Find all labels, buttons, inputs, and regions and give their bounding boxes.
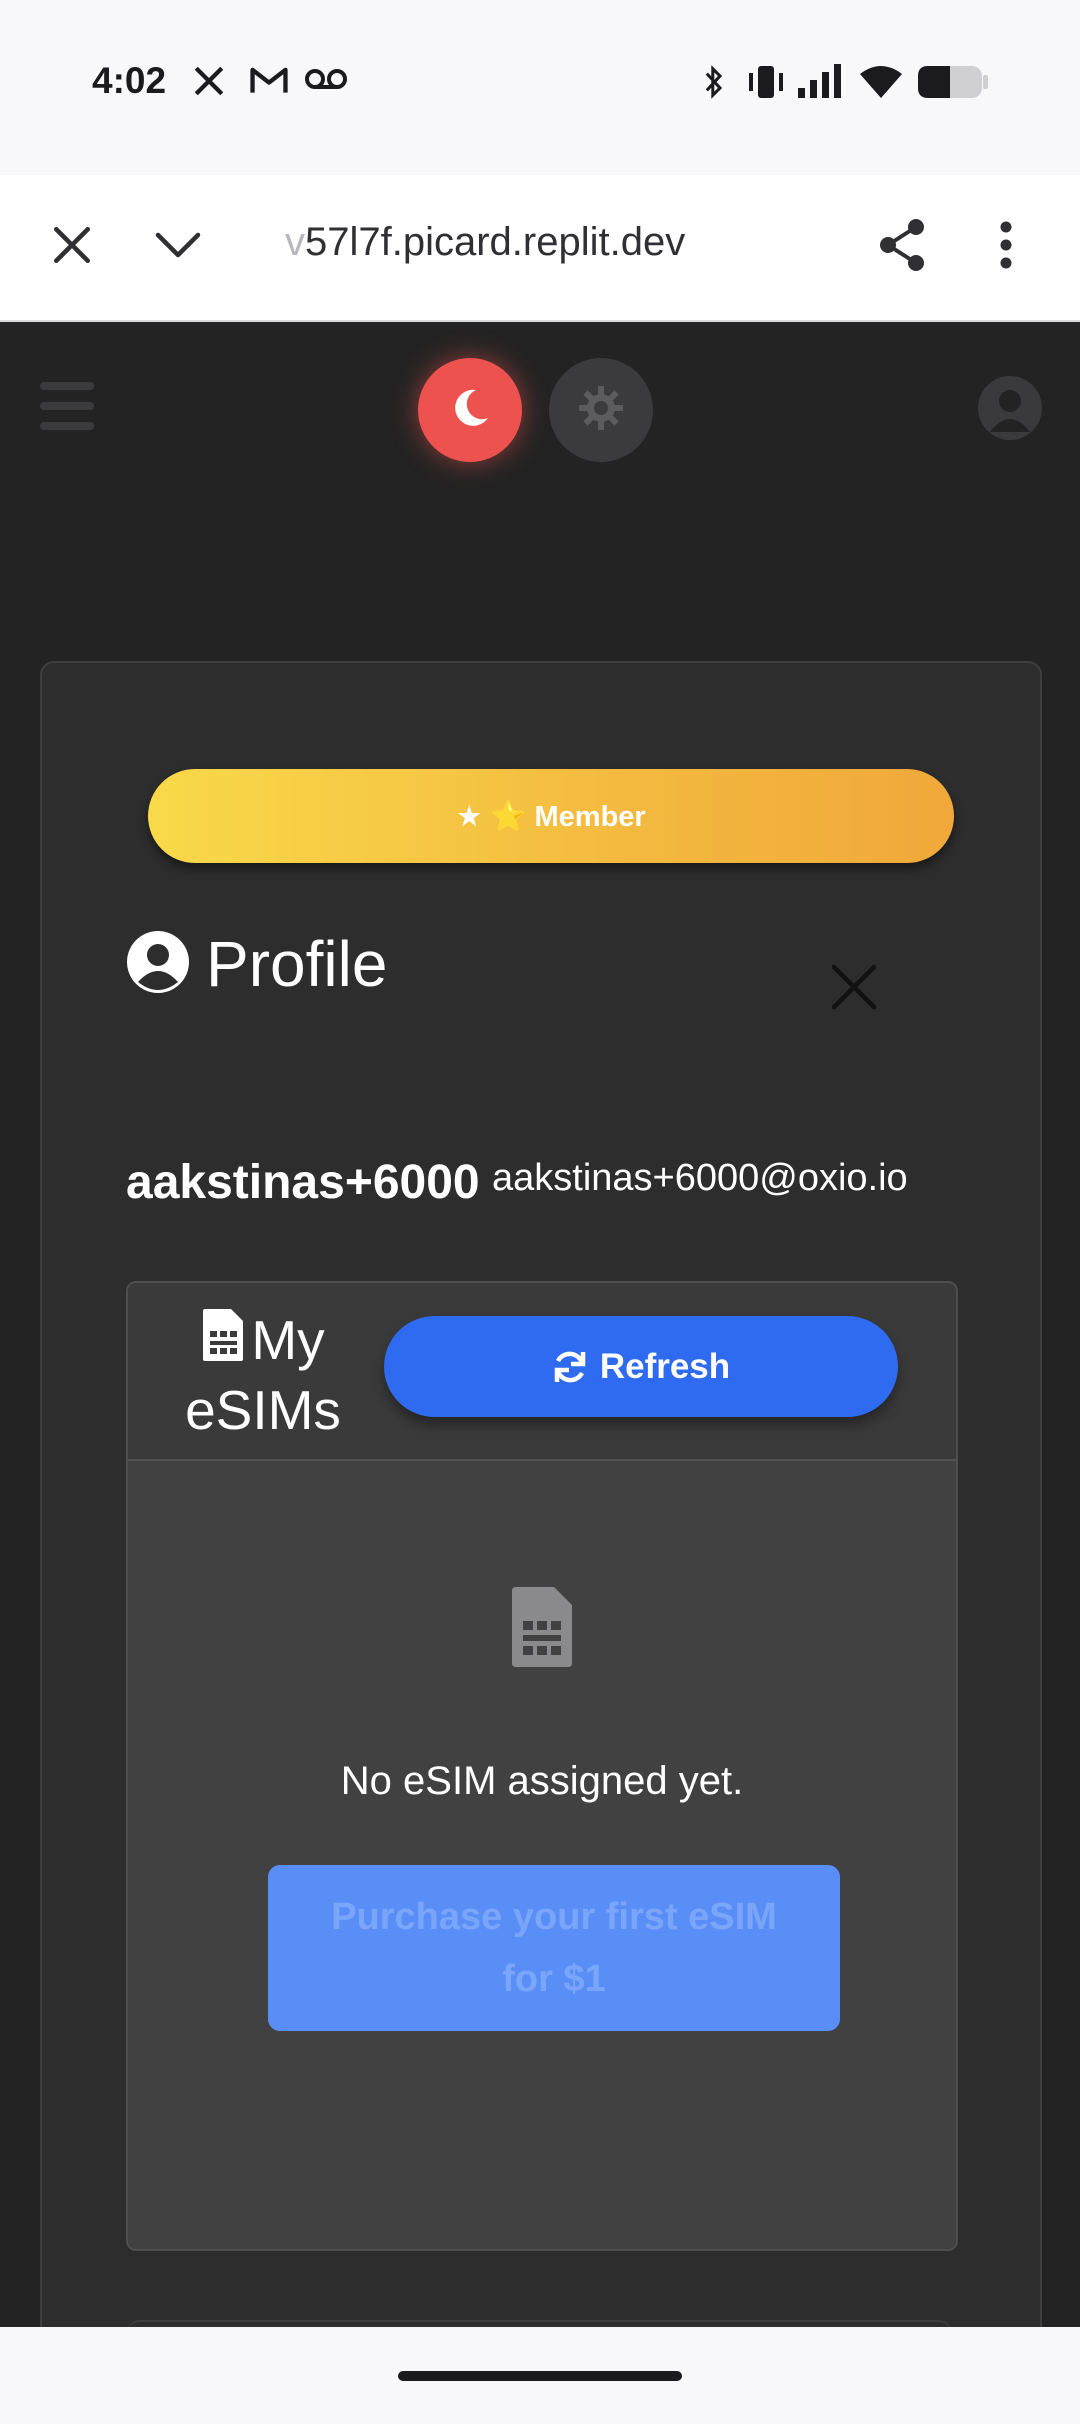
esims-title: My eSIMs [168, 1307, 358, 1443]
member-badge: ★ ⭐ Member [148, 769, 954, 863]
more-vert-icon[interactable] [976, 215, 1036, 275]
gear-icon [577, 384, 625, 437]
next-card-edge [126, 2320, 952, 2327]
close-icon[interactable] [42, 215, 102, 275]
refresh-button[interactable]: Refresh [384, 1316, 898, 1417]
gesture-handle[interactable] [398, 2371, 682, 2381]
purchase-esim-button[interactable]: Purchase your first eSIM for $1 [268, 1865, 840, 2031]
user-circle-icon [126, 930, 190, 999]
status-bar: 4:02 [0, 0, 1080, 175]
esims-title-line2: eSIMs [185, 1379, 341, 1441]
light-theme-button[interactable] [549, 358, 653, 462]
x-app-icon [192, 64, 226, 104]
chevron-down-icon[interactable] [148, 215, 208, 275]
refresh-label: Refresh [599, 1346, 731, 1386]
url-fade: v [285, 220, 305, 264]
signal-icon [796, 64, 844, 106]
profile-panel: ★ ⭐ Member Profile aakstinas+6000 aaksti… [40, 661, 1042, 2327]
moon-icon [448, 386, 492, 435]
url-text: 57l7f.picard.replit.dev [305, 220, 686, 264]
esims-title-line1: My [251, 1309, 325, 1371]
wifi-icon [858, 64, 904, 106]
dark-theme-button[interactable] [418, 358, 522, 462]
sim-card-icon [510, 1585, 574, 1669]
refresh-icon [552, 1349, 588, 1385]
voicemail-icon [304, 64, 348, 100]
browser-toolbar: v57l7f.picard.replit.dev [0, 175, 1080, 322]
empty-esim-message: No eSIM assigned yet. [340, 1759, 744, 1803]
username: aakstinas+6000 [126, 1156, 480, 1209]
esims-card: My eSIMs Refresh No eSIM assigned yet. P… [126, 1281, 958, 2251]
user-circle-icon[interactable] [978, 376, 1042, 440]
page-title: Profile [206, 928, 388, 1000]
close-profile-icon[interactable] [826, 959, 882, 1015]
hamburger-icon[interactable] [40, 382, 94, 430]
sim-card-icon [201, 1307, 245, 1377]
status-time: 4:02 [92, 60, 167, 101]
url-bar[interactable]: v57l7f.picard.replit.dev [285, 220, 685, 265]
esims-card-header: My eSIMs Refresh [128, 1283, 956, 1461]
bluetooth-icon [700, 64, 728, 106]
system-nav-bar [0, 2327, 1080, 2424]
gmail-icon [250, 64, 288, 102]
profile-header: Profile [126, 927, 387, 1001]
purchase-label-line1: Purchase your first eSIM [331, 1896, 777, 1938]
vibrate-icon [746, 64, 786, 106]
purchase-label-line2: for $1 [502, 1958, 606, 2000]
share-icon[interactable] [872, 215, 932, 275]
battery-icon [916, 64, 990, 106]
user-email: aakstinas+6000@oxio.io [492, 1157, 908, 1199]
web-page: ★ ⭐ Member Profile aakstinas+6000 aaksti… [0, 322, 1080, 2327]
